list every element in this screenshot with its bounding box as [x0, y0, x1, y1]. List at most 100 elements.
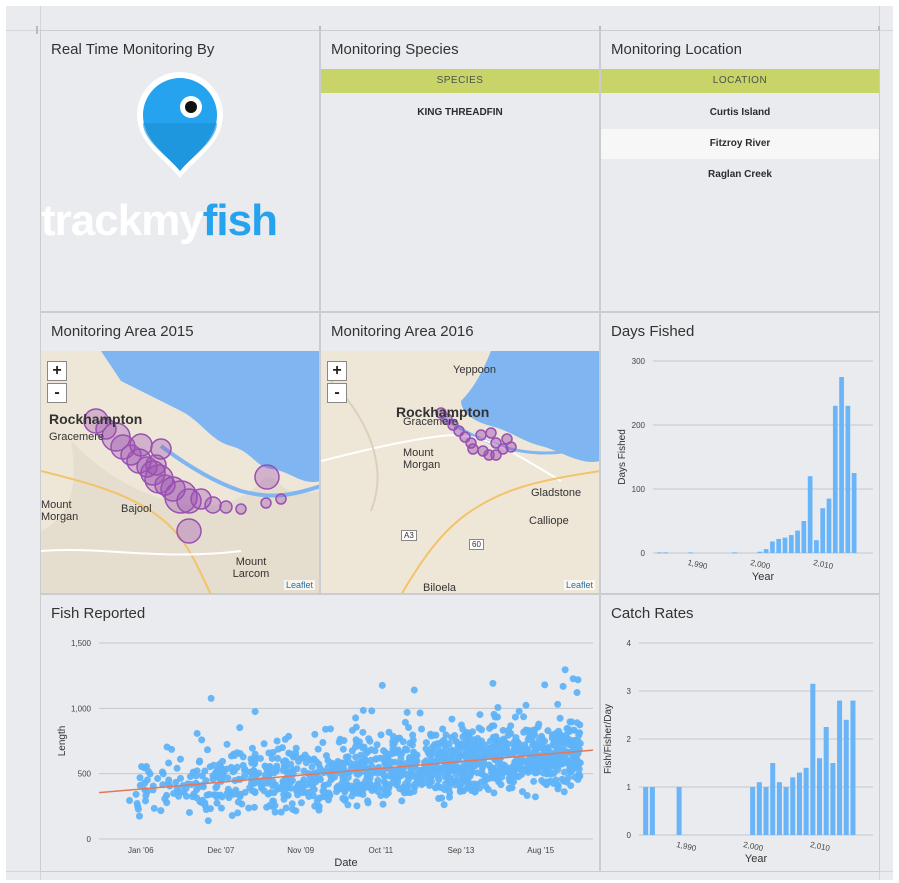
y-axis-label: Days Fished: [617, 429, 628, 485]
scatter-point: [569, 675, 577, 683]
y-tick-label: 100: [632, 485, 646, 494]
map-2015[interactable]: + - Rockhampton Gracemere Mount Morgan B…: [41, 351, 319, 593]
scatter-point: [556, 714, 564, 722]
scatter-point: [462, 752, 470, 760]
scatter-point: [348, 792, 356, 800]
scatter-point: [432, 761, 440, 769]
scatter-point: [416, 709, 424, 717]
map-marker[interactable]: [150, 438, 172, 460]
scatter-point: [576, 772, 584, 780]
scatter-point: [359, 790, 367, 798]
map-marker[interactable]: [260, 497, 272, 509]
scatter-point: [418, 725, 426, 733]
panel-title: Monitoring Area 2015: [51, 323, 194, 340]
bar: [676, 787, 682, 835]
scatter-point: [480, 757, 488, 765]
scatter-point: [445, 784, 453, 792]
scatter-point: [428, 743, 436, 751]
scatter-point: [541, 681, 549, 689]
map-label: Mount Larcom: [232, 556, 270, 580]
scatter-point: [335, 738, 343, 746]
bar: [776, 782, 782, 835]
panel-title: Days Fished: [611, 323, 695, 340]
scatter-point: [217, 804, 225, 812]
scatter-point: [514, 773, 522, 781]
x-tick-label: 2,000: [742, 840, 764, 853]
y-axis-label: Length: [57, 726, 68, 757]
scatter-point: [352, 736, 360, 744]
map-marker[interactable]: [176, 518, 202, 544]
scatter-point: [266, 764, 274, 772]
catch-rates-chart: 0 1 2 3 4 1,990 2,000 2,010 Year Fish/Fisher/Day: [603, 639, 873, 865]
species-header[interactable]: SPECIES: [321, 69, 599, 93]
bar: [763, 787, 769, 835]
scatter-point: [561, 768, 569, 776]
map-marker[interactable]: [501, 433, 513, 445]
map-2016[interactable]: + - Yeppoon Rockhampton Gracemere Mount …: [321, 351, 599, 593]
fish-reported-panel: Fish Reported 0 500 1,000 1,500 Jan '06 Dec '…: [40, 594, 600, 872]
scatter-point: [310, 755, 318, 763]
scatter-point: [398, 797, 406, 805]
bar: [663, 552, 668, 554]
map-marker[interactable]: [254, 464, 280, 490]
scatter-points: [126, 666, 584, 825]
scatter-point: [189, 793, 197, 801]
scatter-point: [311, 730, 319, 738]
y-tick-label: 300: [632, 357, 646, 366]
map-marker[interactable]: [129, 433, 153, 457]
scatter-point: [463, 764, 471, 772]
scatter-point: [315, 806, 323, 814]
scatter-point: [543, 770, 551, 778]
scatter-point: [165, 759, 173, 767]
map-marker[interactable]: [235, 503, 247, 515]
scatter-point: [271, 808, 279, 816]
bar: [649, 787, 655, 835]
location-row[interactable]: Curtis Island: [601, 98, 879, 128]
scatter-point: [223, 740, 231, 748]
panel-title: Fish Reported: [51, 605, 146, 622]
catch-rates-panel: Catch Rates 0 1 2 3 4 1,990 2,000 2,010 Year Fish…: [600, 594, 880, 872]
scatter-point: [500, 761, 508, 769]
scatter-point: [265, 749, 273, 757]
scatter-point: [212, 784, 220, 792]
scatter-point: [456, 785, 464, 793]
scatter-point: [560, 755, 568, 763]
scatter-point: [273, 737, 281, 745]
x-tick-label: Jan '06: [128, 846, 154, 855]
bar: [750, 787, 756, 835]
map-marker[interactable]: [219, 500, 233, 514]
map-marker[interactable]: [485, 427, 497, 439]
location-row[interactable]: Raglan Creek: [601, 160, 879, 190]
y-axis-label: Fish/Fisher/Day: [603, 704, 614, 774]
species-row[interactable]: KING THREADFIN: [321, 98, 599, 128]
zoom-in-button[interactable]: +: [327, 361, 347, 381]
map-marker[interactable]: [475, 429, 487, 441]
scatter-point: [439, 725, 447, 733]
scatter-point: [132, 790, 140, 798]
map-marker[interactable]: [490, 449, 502, 461]
location-header[interactable]: LOCATION: [601, 69, 879, 93]
scatter-point: [482, 747, 490, 755]
zoom-out-button[interactable]: -: [47, 383, 67, 403]
zoom-in-button[interactable]: +: [47, 361, 67, 381]
scatter-point: [567, 782, 575, 790]
map-attribution[interactable]: Leaflet: [563, 580, 595, 590]
zoom-out-button[interactable]: -: [327, 383, 347, 403]
bar: [823, 727, 829, 835]
location-row[interactable]: Fitzroy River: [601, 129, 879, 159]
bar: [803, 767, 809, 835]
bar: [830, 763, 836, 835]
bar: [763, 549, 769, 553]
map-label: Yeppoon: [453, 364, 497, 376]
bar: [807, 476, 813, 553]
bar: [790, 777, 796, 835]
bar: [783, 787, 789, 835]
map-marker[interactable]: [275, 493, 287, 505]
scatter-point: [453, 765, 461, 773]
map-marker[interactable]: [204, 496, 222, 514]
map-attribution[interactable]: Leaflet: [283, 580, 315, 590]
scatter-point: [326, 725, 334, 733]
bar: [801, 521, 807, 553]
scatter-point: [399, 738, 407, 746]
map-marker[interactable]: [467, 443, 479, 455]
